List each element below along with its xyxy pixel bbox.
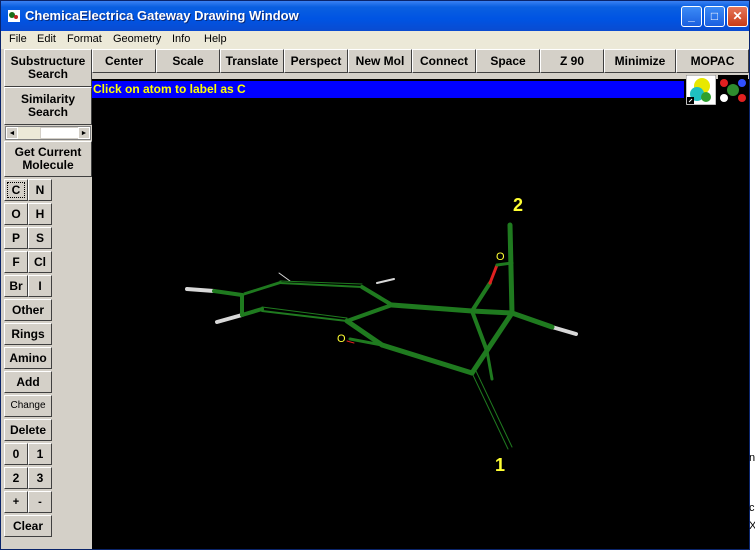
oxygen-atom-left: O [337, 333, 346, 345]
oxygen-atom-top: O [496, 251, 505, 263]
other-element-button[interactable]: Other [4, 299, 52, 321]
menu-format[interactable]: Format [67, 33, 102, 45]
backbone-bond [389, 302, 475, 314]
ring-bond [360, 285, 394, 307]
get-current-label-line2: Molecule [22, 158, 74, 172]
scroll-right-arrow-icon[interactable]: ► [78, 127, 90, 139]
menu-edit[interactable]: Edit [37, 33, 56, 45]
scale-button[interactable]: Scale [156, 49, 220, 73]
element-f-button[interactable]: F [4, 251, 28, 273]
menu-help[interactable]: Help [204, 33, 227, 45]
app-icon [8, 10, 20, 22]
core-bond [470, 281, 492, 313]
delete-button[interactable]: Delete [4, 419, 52, 441]
substructure-label-line2: Search [27, 67, 69, 81]
hydrogen-bond [550, 325, 578, 336]
element-n-button[interactable]: N [28, 179, 52, 201]
mopac-button[interactable]: MOPAC [676, 49, 749, 73]
element-i-button[interactable]: I [28, 275, 52, 297]
menu-info[interactable]: Info [172, 33, 190, 45]
space-button[interactable]: Space [476, 49, 540, 73]
double-bond [475, 370, 513, 448]
background-glyph: n [749, 452, 755, 464]
element-h-button[interactable]: H [28, 203, 52, 225]
element-p-button[interactable]: P [4, 227, 28, 249]
hydrogen-bond [185, 287, 216, 293]
background-glyph: X [749, 520, 755, 532]
oxygen-bond [346, 340, 355, 344]
menu-geometry[interactable]: Geometry [113, 33, 161, 45]
core-bond [509, 310, 555, 330]
menu-bar: File Edit Format Geometry Info Help [1, 31, 749, 49]
substructure-search-button[interactable]: Substructure Search [4, 49, 92, 87]
hydrogen-bond [376, 278, 395, 284]
connect-button[interactable]: Connect [412, 49, 476, 73]
atom-label-2: 2 [513, 195, 524, 215]
bond-order-1-button[interactable]: 1 [28, 443, 52, 465]
change-button[interactable]: Change [4, 395, 52, 417]
translate-button[interactable]: Translate [220, 49, 284, 73]
close-window-button[interactable]: ✕ [727, 6, 748, 27]
ring-bond [243, 280, 283, 294]
core-bond [495, 261, 514, 267]
ring-bond [241, 282, 281, 296]
scroll-thumb[interactable] [40, 127, 80, 139]
bond-order-0-button[interactable]: 0 [4, 443, 28, 465]
double-bond [471, 372, 509, 450]
similarity-scrollbar[interactable]: ◄ ► [5, 126, 91, 140]
drawing-window: ChemicaElectrica Gateway Drawing Window … [0, 0, 750, 550]
molecule-canvas[interactable]: 2 1 O O [92, 79, 749, 549]
methyl-bond [507, 222, 515, 316]
window-title: ChemicaElectrica Gateway Drawing Window [25, 8, 299, 23]
bond-order-2-button[interactable]: 2 [4, 467, 28, 489]
charge-plus-button[interactable]: + [4, 491, 28, 513]
atom-label-1: 1 [495, 455, 506, 475]
element-o-button[interactable]: O [4, 203, 28, 225]
maximize-window-button[interactable]: □ [704, 6, 725, 27]
ring-bond [240, 307, 264, 317]
element-c-button[interactable]: C [4, 179, 28, 201]
amino-button[interactable]: Amino [4, 347, 52, 369]
oxygen-bond [488, 263, 499, 285]
new-mol-button[interactable]: New Mol [348, 49, 412, 73]
backbone-bond [379, 342, 475, 376]
similarity-search-button[interactable]: Similarity Search [4, 87, 92, 125]
rings-button[interactable]: Rings [4, 323, 52, 345]
menu-file[interactable]: File [9, 33, 27, 45]
ring-bond [345, 303, 394, 323]
core-bond [485, 349, 494, 381]
core-bond [469, 308, 515, 316]
scroll-left-arrow-icon[interactable]: ◄ [6, 127, 18, 139]
minimize-energy-button[interactable]: Minimize [604, 49, 676, 73]
core-bond [470, 309, 489, 353]
status-message: Click on atom to label as C [92, 81, 684, 98]
bond-order-3-button[interactable]: 3 [28, 467, 52, 489]
z90-button[interactable]: Z 90 [540, 49, 604, 73]
add-button[interactable]: Add [4, 371, 52, 393]
title-bar[interactable]: ChemicaElectrica Gateway Drawing Window … [1, 1, 749, 31]
command-toolbar: Center Scale Translate Perspect New Mol … [1, 49, 749, 73]
get-current-molecule-button[interactable]: Get Current Molecule [4, 141, 92, 177]
ring-bond [212, 289, 244, 297]
clear-button[interactable]: Clear [4, 515, 52, 537]
hydrogen-bond [215, 313, 244, 324]
mopac-molecule-icon[interactable] [686, 75, 716, 105]
molecule-drawing [185, 222, 578, 450]
hydrogen-bond [278, 272, 291, 282]
element-cl-button[interactable]: Cl [28, 251, 52, 273]
center-button[interactable]: Center [92, 49, 156, 73]
element-s-button[interactable]: S [28, 227, 52, 249]
ball-and-stick-icon[interactable] [718, 75, 748, 105]
perspect-button[interactable]: Perspect [284, 49, 348, 73]
minimize-window-button[interactable]: _ [681, 6, 702, 27]
element-br-button[interactable]: Br [4, 275, 28, 297]
similarity-label-line2: Search [27, 105, 69, 119]
background-glyph: c [749, 502, 755, 514]
charge-minus-button[interactable]: - [28, 491, 52, 513]
